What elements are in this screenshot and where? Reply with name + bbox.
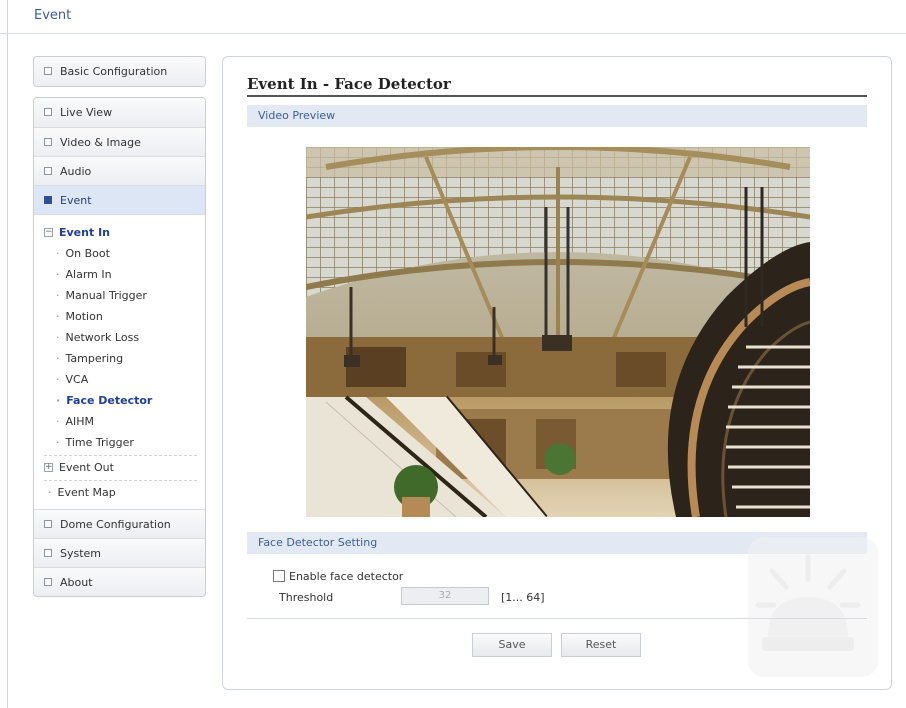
video-preview (306, 147, 810, 517)
tree-item-time-trigger[interactable]: Time Trigger (44, 432, 197, 453)
tree-item-network-loss[interactable]: Network Loss (44, 327, 197, 348)
save-button[interactable]: Save (472, 633, 552, 657)
sidebar-item-label: Dome Configuration (60, 518, 171, 531)
tree-item-aihm[interactable]: AIHM (44, 411, 197, 432)
tree-label: Event In (59, 226, 110, 239)
sidebar-item-label: Audio (60, 165, 92, 178)
title-underline (247, 95, 867, 97)
sidebar-item-label: Event (60, 194, 92, 207)
sidebar-item-label: System (60, 547, 102, 560)
sidebar-item-system[interactable]: System (34, 538, 205, 567)
enable-face-detector-checkbox[interactable] (273, 570, 285, 582)
plus-box-icon[interactable]: + (44, 462, 53, 472)
sidebar-item-label: Basic Configuration (60, 65, 168, 78)
square-icon (44, 549, 52, 557)
square-icon (44, 196, 52, 204)
tree-item-face-detector[interactable]: Face Detector (44, 390, 197, 411)
tree-item-event-map[interactable]: Event Map (44, 483, 197, 503)
reset-button[interactable]: Reset (561, 633, 641, 657)
page-header-title: Event (34, 8, 72, 23)
sidebar-item-audio[interactable]: Audio (34, 156, 205, 185)
tree-item-tampering[interactable]: Tampering (44, 348, 197, 369)
sidebar-item-label: Live View (60, 106, 113, 119)
event-subtree: −Event In On Boot Alarm In Manual Trigge… (34, 214, 205, 509)
square-icon (44, 167, 52, 175)
sidebar-item-live-view[interactable]: Live View (34, 98, 205, 127)
threshold-label: Threshold (279, 591, 334, 604)
threshold-input[interactable]: 32 (401, 587, 489, 605)
window-left-border (0, 0, 8, 708)
tree-divider (44, 480, 197, 481)
sidebar-item-label: About (60, 576, 93, 589)
square-icon (44, 578, 52, 586)
sidebar-item-video-image[interactable]: Video & Image (34, 127, 205, 156)
tree-divider (44, 455, 197, 456)
preview-image (306, 147, 810, 517)
main-panel: Event In - Face Detector Video Preview F… (222, 56, 892, 690)
sidebar-item-basic-configuration[interactable]: Basic Configuration (34, 57, 205, 86)
sidebar-item-about[interactable]: About (34, 567, 205, 596)
sidebar-item-dome-configuration[interactable]: Dome Configuration (34, 509, 205, 538)
enable-face-detector-row: Enable face detector (273, 569, 403, 585)
tree-item-manual-trigger[interactable]: Manual Trigger (44, 285, 197, 306)
threshold-range: [1... 64] (501, 591, 545, 604)
square-icon (44, 138, 52, 146)
tree-item-motion[interactable]: Motion (44, 306, 197, 327)
tree-item-alarm-in[interactable]: Alarm In (44, 264, 197, 285)
tree-item-event-out[interactable]: + Event Out (44, 458, 197, 478)
page-title: Event In - Face Detector (247, 75, 451, 93)
sidebar-item-label: Video & Image (60, 136, 141, 149)
tree-label: Event Out (59, 461, 114, 474)
alarm-light-icon (748, 537, 878, 677)
sidebar: Basic Configuration Live View Video & Im… (33, 56, 206, 597)
settings-divider (247, 618, 867, 619)
title-bar: Event (0, 0, 906, 34)
minus-box-icon[interactable]: − (44, 227, 53, 237)
video-preview-header: Video Preview (247, 105, 867, 127)
main-nav-block: Live View Video & Image Audio Event − Eve… (33, 97, 206, 597)
basic-config-block: Basic Configuration (33, 56, 206, 87)
tree-item-on-boot[interactable]: On Boot (44, 243, 197, 264)
square-icon (44, 67, 52, 75)
tree-item-vca[interactable]: VCA (44, 369, 197, 390)
enable-face-detector-label: Enable face detector (289, 570, 404, 583)
square-icon (44, 108, 52, 116)
sidebar-item-event[interactable]: Event (34, 185, 205, 214)
square-icon (44, 520, 52, 528)
tree-item-event-in[interactable]: − Event In (44, 223, 197, 243)
